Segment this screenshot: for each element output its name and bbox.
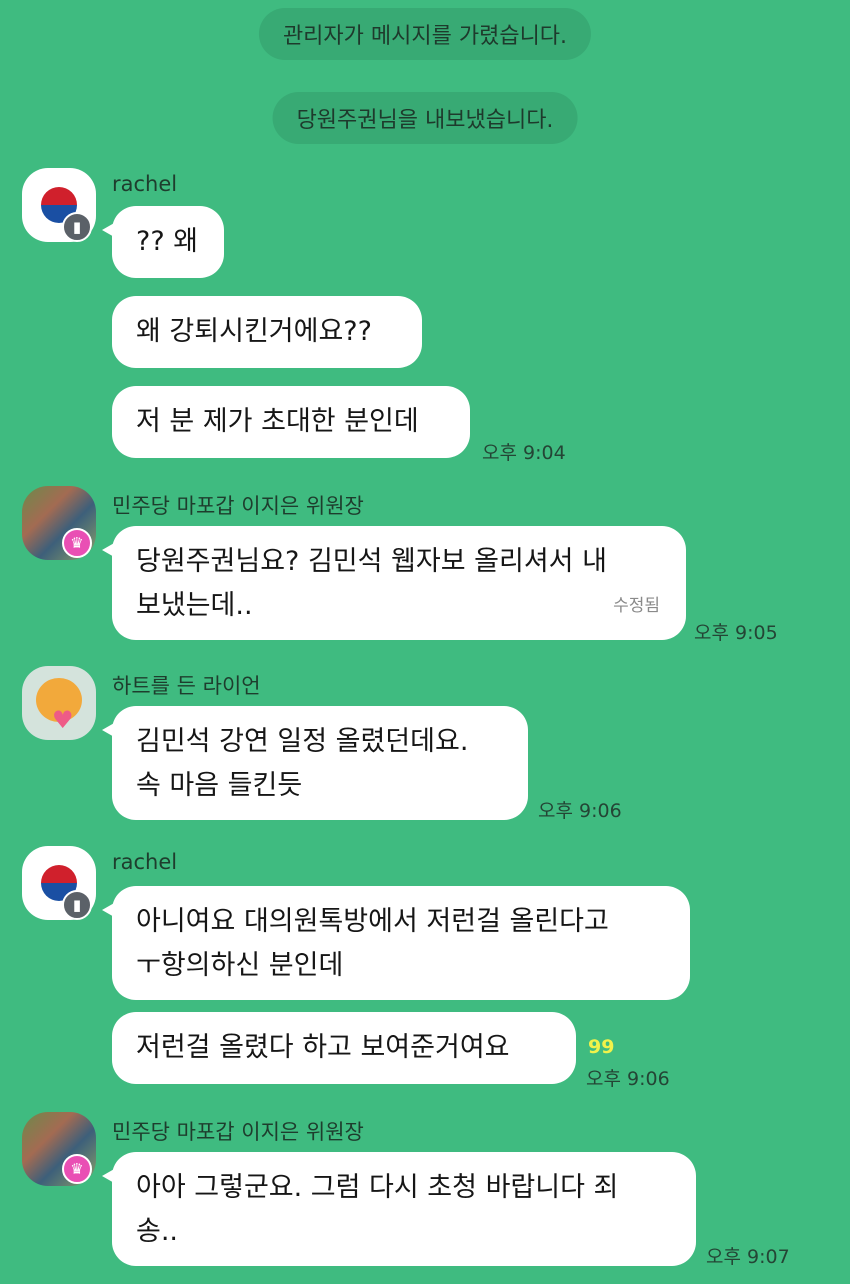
message-bubble[interactable]: 아니여요 대의원톡방에서 저런걸 올린다고 ㅜ항의하신 분인데 xyxy=(102,886,690,1000)
system-message-hidden: 관리자가 메시지를 가렸습니다. xyxy=(258,8,592,60)
crown-icon: ♛ xyxy=(62,1154,92,1184)
message-line: 당원주권님요? 김민석 웹자보 올리셔서 내 xyxy=(136,546,607,577)
unread-count: 99 xyxy=(588,1036,615,1058)
message-line: 김민석 강연 일정 올렸던데요. xyxy=(136,726,469,757)
message-line: 아아 그렇군요. 그럼 다시 초청 바랍니다 죄 xyxy=(136,1172,619,1203)
edited-label: 수정됨 xyxy=(613,596,660,616)
message-bubble[interactable]: 왜 강퇴시킨거에요?? xyxy=(112,296,422,368)
sender-name: 민주당 마포갑 이지은 위원장 xyxy=(112,1120,364,1144)
ryan-avatar[interactable]: ♥ xyxy=(22,666,96,740)
message-line: 속 마음 들킨듯 xyxy=(136,770,303,801)
message-line: 아니여요 대의원톡방에서 저런걸 올린다고 xyxy=(136,906,609,937)
manager-badge-icon: ▮ xyxy=(62,212,92,242)
ryan-character-icon: ♥ xyxy=(22,666,96,740)
system-message-kicked: 당원주권님을 내보냈습니다. xyxy=(272,92,578,144)
sender-name: 민주당 마포갑 이지은 위원장 xyxy=(112,494,364,518)
message-bubble[interactable]: 당원주권님요? 김민석 웹자보 올리셔서 내 보냈는데.. 수정됨 xyxy=(102,526,686,640)
sender-name: 하트를 든 라이언 xyxy=(112,674,261,698)
sender-name: rachel xyxy=(112,172,178,196)
message-time: 오후 9:07 xyxy=(706,1246,790,1268)
message-bubble[interactable]: 저 분 제가 초대한 분인데 xyxy=(112,386,470,458)
manager-badge-icon: ▮ xyxy=(62,890,92,920)
message-bubble[interactable]: 아아 그렇군요. 그럼 다시 초청 바랍니다 죄 송.. xyxy=(102,1152,696,1266)
message-bubble[interactable]: 저런걸 올렸다 하고 보여준거여요 xyxy=(112,1012,576,1084)
message-time: 오후 9:06 xyxy=(586,1068,670,1090)
message-time: 오후 9:04 xyxy=(482,442,566,464)
message-time: 오후 9:05 xyxy=(694,622,778,644)
message-line: 송.. xyxy=(136,1216,179,1247)
message-bubble[interactable]: ?? 왜 xyxy=(102,206,224,278)
message-line: 보냈는데.. xyxy=(136,590,253,621)
sender-name: rachel xyxy=(112,850,178,874)
message-time: 오후 9:06 xyxy=(538,800,622,822)
crown-icon: ♛ xyxy=(62,528,92,558)
message-line: ㅜ항의하신 분인데 xyxy=(136,950,344,981)
message-bubble[interactable]: 김민석 강연 일정 올렸던데요. 속 마음 들킨듯 xyxy=(102,706,528,820)
